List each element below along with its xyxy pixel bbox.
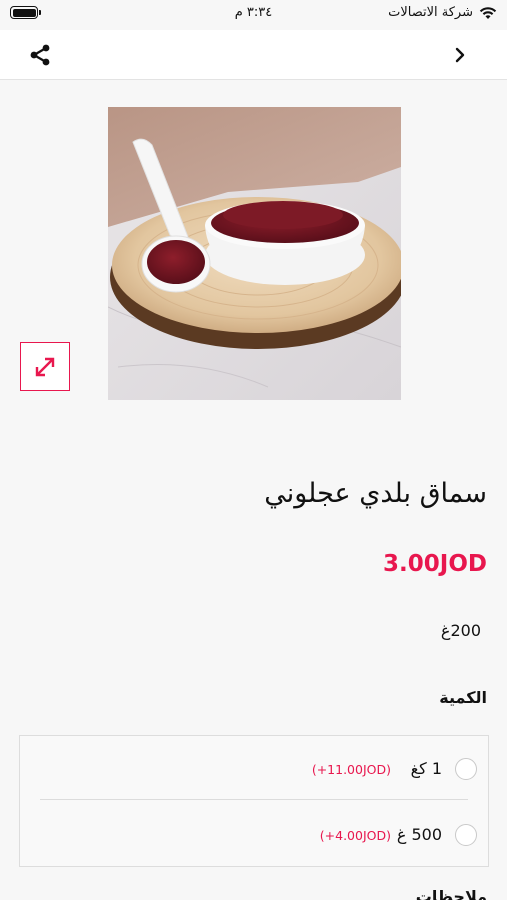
product-weight: 200غ: [440, 621, 481, 640]
expand-icon: [35, 357, 55, 376]
share-icon: [30, 44, 50, 66]
option-label: 500 غ: [396, 825, 442, 844]
notes-label: ملاحظات: [415, 887, 487, 900]
quantity-option-500g[interactable]: 500 غ (+4.00JOD): [20, 802, 488, 866]
radio-button[interactable]: [455, 824, 477, 846]
product-photo: [108, 107, 401, 400]
chevron-right-icon: [455, 47, 465, 63]
quantity-options: 1 كغ (+11.00JOD) 500 غ (+4.00JOD): [19, 735, 489, 867]
divider: [40, 799, 468, 800]
back-button[interactable]: [445, 40, 475, 70]
option-label: 1 كغ: [410, 759, 442, 778]
quantity-option-1kg[interactable]: 1 كغ (+11.00JOD): [20, 736, 488, 800]
carrier-info: شركة الاتصالات: [388, 5, 497, 20]
option-extra-price: (+4.00JOD): [319, 828, 391, 843]
top-bar: [0, 30, 507, 80]
carrier-name: شركة الاتصالات: [388, 5, 473, 20]
share-button[interactable]: [24, 39, 56, 71]
product-title: سماق بلدي عجلوني: [264, 478, 487, 509]
quantity-label: الكمية: [439, 688, 487, 707]
expand-image-button[interactable]: [20, 342, 70, 391]
wifi-icon: [479, 6, 497, 19]
option-extra-price: (+11.00JOD): [311, 762, 391, 777]
status-bar: ٣:٣٤ م شركة الاتصالات: [0, 0, 507, 30]
product-image[interactable]: [108, 107, 401, 400]
product-price: 3.00JOD: [383, 551, 487, 577]
radio-button[interactable]: [455, 758, 477, 780]
